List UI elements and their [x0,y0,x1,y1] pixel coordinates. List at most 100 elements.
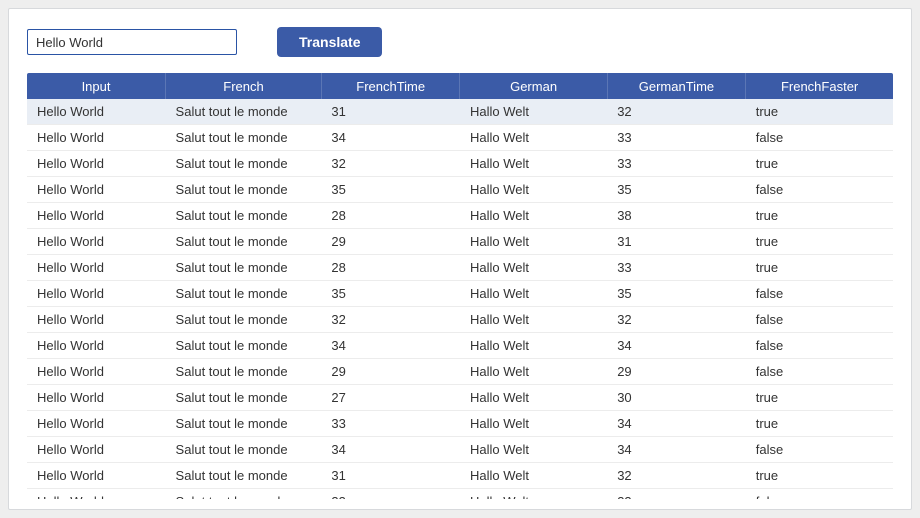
table-row[interactable]: Hello WorldSalut tout le monde27Hallo We… [27,385,893,411]
cell-french-time: 34 [321,125,460,151]
col-header-german-time[interactable]: GermanTime [607,73,746,99]
table-row[interactable]: Hello WorldSalut tout le monde34Hallo We… [27,437,893,463]
cell-german: Hallo Welt [460,281,607,307]
cell-french: Salut tout le monde [166,437,322,463]
cell-french: Salut tout le monde [166,411,322,437]
results-table: Input French FrenchTime German GermanTim… [27,73,893,499]
cell-input: Hello World [27,281,166,307]
cell-german: Hallo Welt [460,99,607,125]
cell-french-time: 34 [321,333,460,359]
cell-german: Hallo Welt [460,359,607,385]
cell-french-faster: false [746,307,893,333]
cell-german-time: 33 [607,125,746,151]
toolbar: Translate [27,27,893,57]
cell-french-faster: true [746,411,893,437]
cell-input: Hello World [27,99,166,125]
cell-input: Hello World [27,229,166,255]
cell-french-time: 33 [321,411,460,437]
cell-french-time: 35 [321,177,460,203]
cell-french: Salut tout le monde [166,125,322,151]
table-row[interactable]: Hello WorldSalut tout le monde31Hallo We… [27,99,893,125]
cell-german-time: 32 [607,463,746,489]
cell-german-time: 31 [607,229,746,255]
table-row[interactable]: Hello WorldSalut tout le monde29Hallo We… [27,229,893,255]
cell-german-time: 29 [607,359,746,385]
cell-french-time: 31 [321,463,460,489]
cell-french-time: 32 [321,151,460,177]
cell-french-faster: false [746,437,893,463]
cell-french-time: 32 [321,307,460,333]
source-text-input[interactable] [27,29,237,55]
cell-french-faster: true [746,151,893,177]
col-header-french-faster[interactable]: FrenchFaster [746,73,893,99]
cell-input: Hello World [27,385,166,411]
table-row[interactable]: Hello WorldSalut tout le monde32Hallo We… [27,151,893,177]
cell-french-faster: false [746,281,893,307]
cell-french: Salut tout le monde [166,489,322,500]
cell-german-time: 32 [607,307,746,333]
cell-german: Hallo Welt [460,437,607,463]
col-header-french[interactable]: French [166,73,322,99]
table-row[interactable]: Hello WorldSalut tout le monde34Hallo We… [27,333,893,359]
cell-input: Hello World [27,437,166,463]
table-header-row: Input French FrenchTime German GermanTim… [27,73,893,99]
app-panel: Translate Input French FrenchTime German… [8,8,912,510]
translate-button[interactable]: Translate [277,27,382,57]
cell-french: Salut tout le monde [166,151,322,177]
cell-french: Salut tout le monde [166,255,322,281]
cell-french-faster: true [746,99,893,125]
cell-german-time: 33 [607,489,746,500]
table-row[interactable]: Hello WorldSalut tout le monde32Hallo We… [27,307,893,333]
cell-german: Hallo Welt [460,203,607,229]
cell-german: Hallo Welt [460,333,607,359]
cell-french-faster: true [746,463,893,489]
col-header-german[interactable]: German [460,73,607,99]
cell-german: Hallo Welt [460,489,607,500]
cell-french: Salut tout le monde [166,229,322,255]
table-row[interactable]: Hello WorldSalut tout le monde33Hallo We… [27,411,893,437]
cell-french-faster: true [746,255,893,281]
table-row[interactable]: Hello WorldSalut tout le monde28Hallo We… [27,203,893,229]
cell-french: Salut tout le monde [166,307,322,333]
cell-german-time: 35 [607,281,746,307]
cell-french: Salut tout le monde [166,203,322,229]
cell-french-faster: false [746,333,893,359]
table-row[interactable]: Hello WorldSalut tout le monde35Hallo We… [27,177,893,203]
cell-french-time: 29 [321,359,460,385]
cell-input: Hello World [27,489,166,500]
cell-german-time: 32 [607,99,746,125]
col-header-french-time[interactable]: FrenchTime [321,73,460,99]
table-row[interactable]: Hello WorldSalut tout le monde29Hallo We… [27,359,893,385]
cell-german-time: 35 [607,177,746,203]
cell-input: Hello World [27,177,166,203]
cell-french-faster: true [746,229,893,255]
cell-input: Hello World [27,411,166,437]
cell-french-time: 35 [321,281,460,307]
cell-french-time: 34 [321,437,460,463]
cell-input: Hello World [27,125,166,151]
cell-input: Hello World [27,307,166,333]
cell-input: Hello World [27,151,166,177]
cell-german: Hallo Welt [460,411,607,437]
cell-french-faster: true [746,385,893,411]
cell-french-time: 28 [321,203,460,229]
cell-german-time: 30 [607,385,746,411]
table-row[interactable]: Hello WorldSalut tout le monde31Hallo We… [27,463,893,489]
results-grid[interactable]: Input French FrenchTime German GermanTim… [27,73,893,499]
cell-french-time: 29 [321,229,460,255]
table-row[interactable]: Hello WorldSalut tout le monde28Hallo We… [27,255,893,281]
cell-french-time: 31 [321,99,460,125]
cell-french: Salut tout le monde [166,99,322,125]
cell-input: Hello World [27,333,166,359]
table-row[interactable]: Hello WorldSalut tout le monde35Hallo We… [27,281,893,307]
cell-french: Salut tout le monde [166,281,322,307]
cell-german-time: 34 [607,437,746,463]
table-row[interactable]: Hello WorldSalut tout le monde 33Hallo We… [27,489,893,500]
cell-german-time: 34 [607,411,746,437]
cell-german-time: 33 [607,151,746,177]
cell-german-time: 38 [607,203,746,229]
table-row[interactable]: Hello WorldSalut tout le monde34Hallo We… [27,125,893,151]
col-header-input[interactable]: Input [27,73,166,99]
cell-french-faster: false [746,359,893,385]
cell-french: Salut tout le monde [166,359,322,385]
